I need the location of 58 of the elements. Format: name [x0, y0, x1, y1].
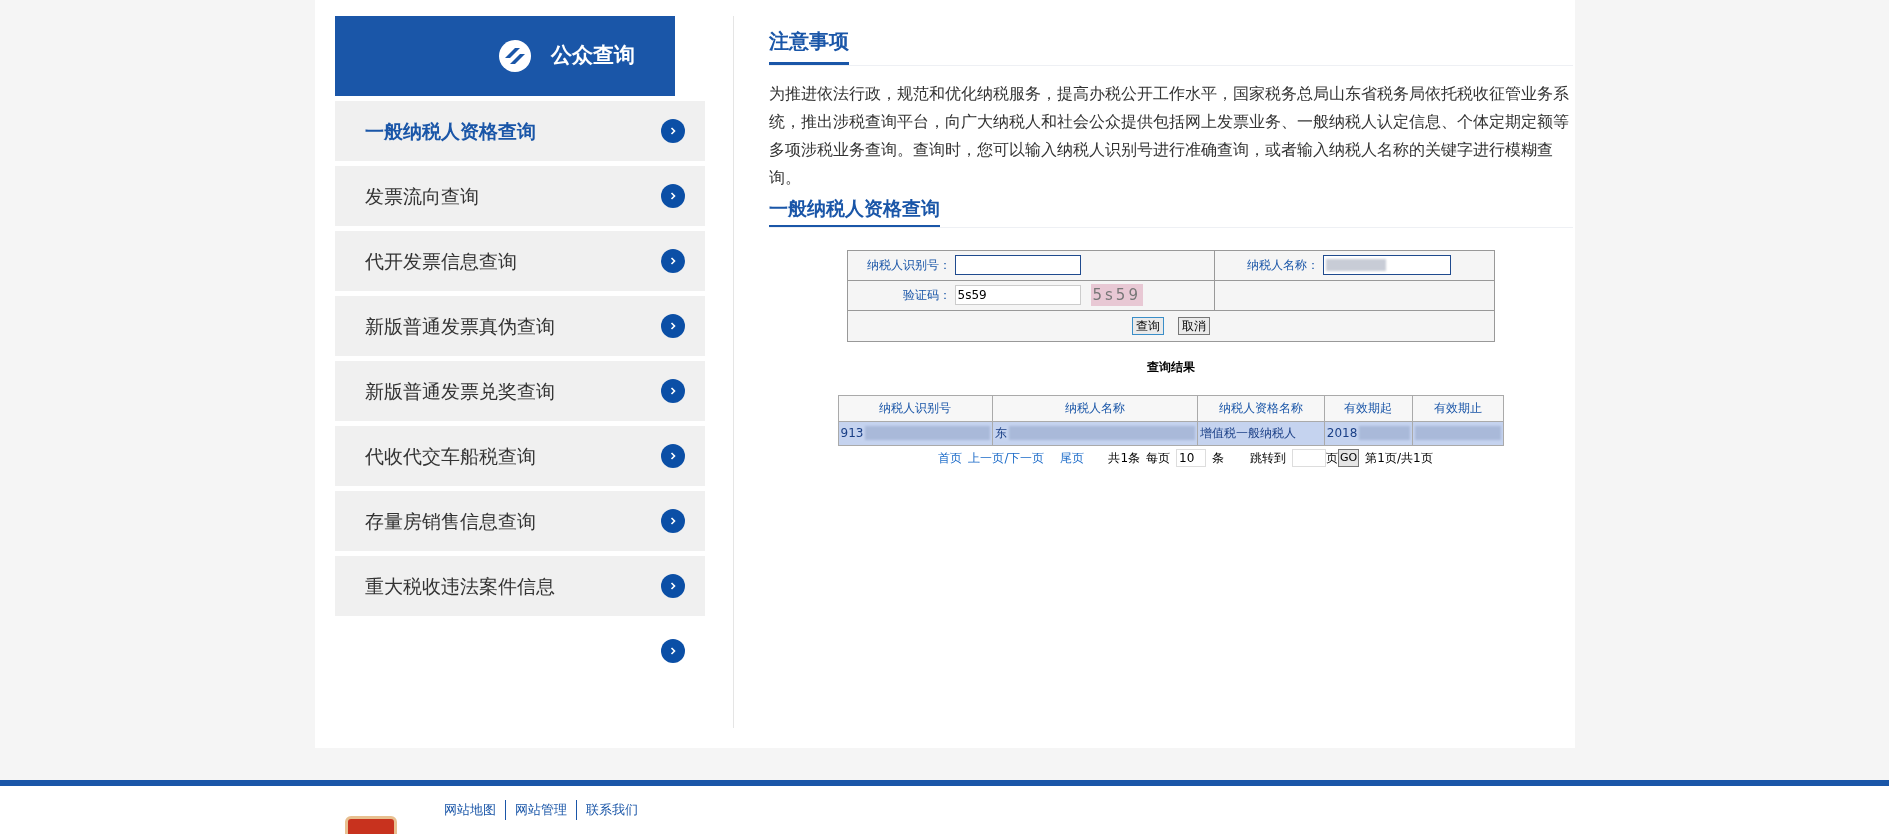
sidebar-item[interactable]: 存量房销售信息查询: [334, 491, 705, 551]
captcha-field[interactable]: 5s59: [954, 285, 1081, 305]
chevron-icon: [660, 509, 685, 533]
sidebar-item[interactable]: 一般纳税人资格查询: [334, 101, 705, 161]
section-title: 一般纳税人资格查询: [768, 194, 940, 227]
sidebar-item[interactable]: 新版普通发票真伪查询: [334, 296, 705, 356]
emblem-icon: [498, 40, 531, 72]
table-cell-text: 913: [840, 425, 864, 442]
redaction-blur: [1359, 426, 1410, 440]
chevron-icon: [660, 314, 685, 338]
column-header: 纳税人识别号: [838, 395, 993, 421]
chevron-icon: [660, 639, 685, 663]
table-cell-text: 2018: [1326, 425, 1358, 442]
chevron-icon: [660, 249, 685, 273]
column-header: 有效期起: [1324, 395, 1413, 421]
taxpayer-id-field[interactable]: [954, 255, 1081, 275]
chevron-icon: [660, 119, 685, 143]
chevron-icon: [660, 574, 685, 598]
jump-label: 跳转到: [1250, 449, 1287, 467]
sidebar-item[interactable]: 新版普通发票兑奖查询: [334, 361, 705, 421]
form-button[interactable]: 查询: [1131, 316, 1164, 335]
per-page-field[interactable]: 10: [1176, 448, 1207, 467]
notice-text: 为推进依法行政，规范和优化纳税服务，提高办税公开工作水平，国家税务总局山东省税务局依托税收征管业务系统，推出涉税查询平台，向广大纳税人和社会公众提供包括网上发票业务、一般纳税人认定信息、个体定期定额等多项涉税业务查询。查询时，您可以输入纳税人识别号进行准确查询，或者输入纳税人名称的关键字进行模糊查询。: [768, 84, 1570, 189]
jump-unit: 页: [1326, 449, 1339, 467]
field-label: 纳税人识别号：: [865, 257, 952, 274]
chevron-icon: [660, 379, 685, 403]
pagination-link[interactable]: 上一页/下一页: [968, 448, 1045, 467]
per-page-label: 每页: [1146, 449, 1171, 467]
field-label: 验证码：: [901, 287, 952, 304]
field-label: 纳税人名称：: [1245, 257, 1320, 274]
taxpayer-name-field[interactable]: [1322, 255, 1451, 275]
chevron-icon: [660, 444, 685, 468]
footer-link[interactable]: 网站管理: [504, 800, 576, 820]
form-button[interactable]: 取消: [1177, 316, 1210, 335]
per-page-unit: 条: [1212, 449, 1225, 467]
sidebar-item[interactable]: 发票流向查询: [334, 166, 705, 226]
table-cell-text: 东: [995, 425, 1008, 442]
pagination-link[interactable]: 首页: [938, 448, 963, 467]
column-header: 有效期止: [1412, 395, 1503, 421]
table-cell-text: 增值税一般纳税人: [1199, 425, 1296, 442]
go-button[interactable]: GO: [1338, 448, 1360, 467]
results-title: 查询结果: [1145, 358, 1196, 376]
sidebar-item[interactable]: 代开发票信息查询: [334, 231, 705, 291]
captcha-image: 5s59: [1090, 283, 1143, 307]
redaction-blur: [1325, 259, 1386, 271]
total-count: 共1条: [1108, 449, 1141, 467]
page-jump-field[interactable]: [1292, 448, 1327, 467]
sidebar-title: 公众查询: [550, 42, 635, 70]
notice-title: 注意事项: [768, 16, 849, 65]
column-header: 纳税人名称: [992, 395, 1198, 421]
column-header: 纳税人资格名称: [1197, 395, 1325, 421]
chevron-icon: [660, 184, 685, 208]
sidebar-item[interactable]: 重大税收违法案件信息: [334, 556, 705, 616]
footer-link[interactable]: 联系我们: [575, 800, 647, 820]
page-info: 第1页/共1页: [1365, 449, 1433, 467]
sidebar-item[interactable]: 代收代交车船税查询: [334, 426, 705, 486]
pagination-link[interactable]: 尾页: [1060, 448, 1085, 467]
footer-link[interactable]: 网站地图: [434, 800, 505, 820]
